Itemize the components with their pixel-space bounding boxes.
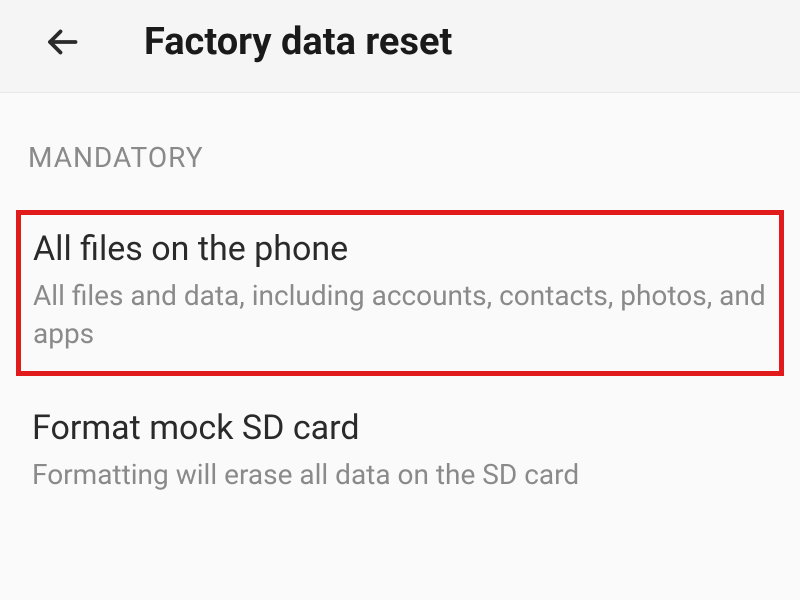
section-label: MANDATORY (28, 141, 772, 174)
option-description: Formatting will erase all data on the SD… (32, 456, 768, 494)
back-button[interactable] (40, 20, 84, 64)
page-title: Factory data reset (144, 20, 452, 64)
option-description: All files and data, including accounts, … (33, 277, 767, 353)
option-all-files[interactable]: All files on the phone All files and dat… (16, 210, 784, 376)
option-title: All files on the phone (33, 229, 767, 269)
option-format-sd[interactable]: Format mock SD card Formatting will eras… (28, 394, 772, 512)
arrow-left-icon (44, 24, 80, 60)
option-title: Format mock SD card (32, 408, 768, 448)
app-header: Factory data reset (0, 0, 800, 93)
content-area: MANDATORY All files on the phone All fil… (0, 93, 800, 511)
